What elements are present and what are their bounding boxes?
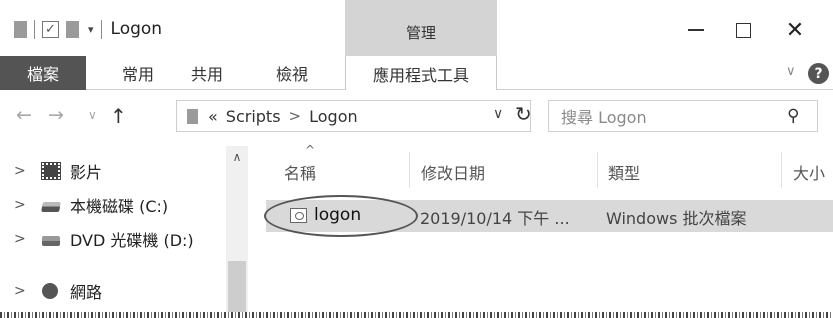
tab-view[interactable]: 檢視 xyxy=(262,56,322,90)
nav-item-label: 影片 xyxy=(70,163,103,182)
expand-chevron-icon[interactable]: > xyxy=(14,231,26,247)
help-icon[interactable]: ? xyxy=(808,63,829,84)
recent-locations-chevron-icon[interactable]: ∨ xyxy=(88,108,97,122)
search-input[interactable]: 搜尋 Logon xyxy=(561,104,647,128)
column-header-modified[interactable]: 修改日期 xyxy=(421,160,485,188)
navigation-bar: ← → ∨ ↑ « Scripts > Logon ∨ ↻ 搜尋 Logon ⚲ xyxy=(0,90,833,146)
column-divider[interactable] xyxy=(597,152,598,188)
refresh-icon[interactable]: ↻ xyxy=(515,102,532,126)
up-arrow-icon[interactable]: ↑ xyxy=(110,104,127,128)
expand-chevron-icon[interactable]: > xyxy=(14,283,26,299)
dvd-drive-icon xyxy=(42,236,60,246)
column-header-name[interactable]: 名稱 xyxy=(284,160,316,188)
maximize-button[interactable] xyxy=(728,16,758,44)
ribbon-tabs: 檔案 常用 共用 檢視 應用程式工具 ∨ ? xyxy=(0,56,833,91)
customize-toolbar-dropdown[interactable]: ▾ xyxy=(88,23,94,36)
toolbar-divider xyxy=(34,19,35,39)
breadcrumb: « Scripts > Logon xyxy=(208,107,358,126)
back-arrow-icon[interactable]: ← xyxy=(16,104,32,126)
tab-home[interactable]: 常用 xyxy=(108,56,168,90)
properties-check-icon[interactable]: ✓ xyxy=(42,20,59,38)
address-history-dropdown-icon[interactable]: ∨ xyxy=(493,106,503,122)
breadcrumb-separator[interactable]: > xyxy=(289,107,302,125)
navigation-pane: > 影片 > 本機磁碟 (C:) > DVD 光碟機 (D:) > 網路 xyxy=(0,146,248,318)
search-icon[interactable]: ⚲ xyxy=(787,106,799,126)
scroll-up-icon[interactable]: ∧ xyxy=(226,150,248,164)
minimize-icon xyxy=(688,29,704,31)
maximize-icon xyxy=(735,22,751,38)
window-title: Logon xyxy=(110,19,163,39)
column-header-size[interactable]: 大小 xyxy=(793,160,825,188)
tab-file[interactable]: 檔案 xyxy=(0,56,86,90)
scroll-thumb[interactable] xyxy=(228,261,246,318)
expand-chevron-icon[interactable]: > xyxy=(14,163,26,179)
address-bar[interactable]: « Scripts > Logon ∨ ↻ xyxy=(176,100,532,132)
close-button[interactable]: ✕ xyxy=(780,16,810,44)
search-box[interactable]: 搜尋 Logon ⚲ xyxy=(548,100,818,132)
nav-item-label: 網路 xyxy=(70,283,103,302)
nav-item-label: 本機磁碟 (C:) xyxy=(70,197,169,216)
forward-arrow-icon[interactable]: → xyxy=(48,104,64,126)
column-divider[interactable] xyxy=(781,152,782,188)
file-modified-date: 2019/10/14 下午 ... xyxy=(420,209,570,228)
highlight-annotation-ellipse xyxy=(264,195,418,237)
navigation-pane-scrollbar[interactable]: ∧ xyxy=(226,146,248,318)
toolbar-divider xyxy=(100,19,102,39)
close-icon: ✕ xyxy=(785,17,805,43)
quick-access-toolbar: ✓ ▾ Logon xyxy=(14,16,162,42)
column-divider[interactable] xyxy=(409,152,410,188)
local-disk-icon xyxy=(41,202,61,212)
tab-share[interactable]: 共用 xyxy=(175,56,239,90)
new-folder-icon[interactable] xyxy=(66,20,79,38)
nav-item-label: DVD 光碟機 (D:) xyxy=(70,231,194,250)
title-bar: ✓ ▾ Logon 管理 ✕ xyxy=(0,0,833,56)
file-type: Windows 批次檔案 xyxy=(606,209,747,228)
cropped-status-strip xyxy=(0,312,833,318)
breadcrumb-overflow[interactable]: « xyxy=(208,107,218,126)
folder-icon[interactable] xyxy=(14,20,27,38)
video-folder-icon xyxy=(41,162,61,180)
folder-icon xyxy=(187,108,198,124)
expand-chevron-icon[interactable]: > xyxy=(14,197,26,213)
contextual-tab-label: 管理 xyxy=(405,24,436,42)
breadcrumb-item-scripts[interactable]: Scripts xyxy=(226,107,281,126)
breadcrumb-item-logon[interactable]: Logon xyxy=(309,107,358,126)
tab-application-tools[interactable]: 應用程式工具 xyxy=(345,56,497,91)
sort-ascending-icon: ^ xyxy=(305,143,316,157)
contextual-tab-manage[interactable]: 管理 xyxy=(345,0,497,56)
column-header-type[interactable]: 類型 xyxy=(608,160,640,188)
network-icon xyxy=(42,283,58,299)
expand-ribbon-icon[interactable]: ∨ xyxy=(786,64,796,79)
minimize-button[interactable] xyxy=(681,16,711,44)
